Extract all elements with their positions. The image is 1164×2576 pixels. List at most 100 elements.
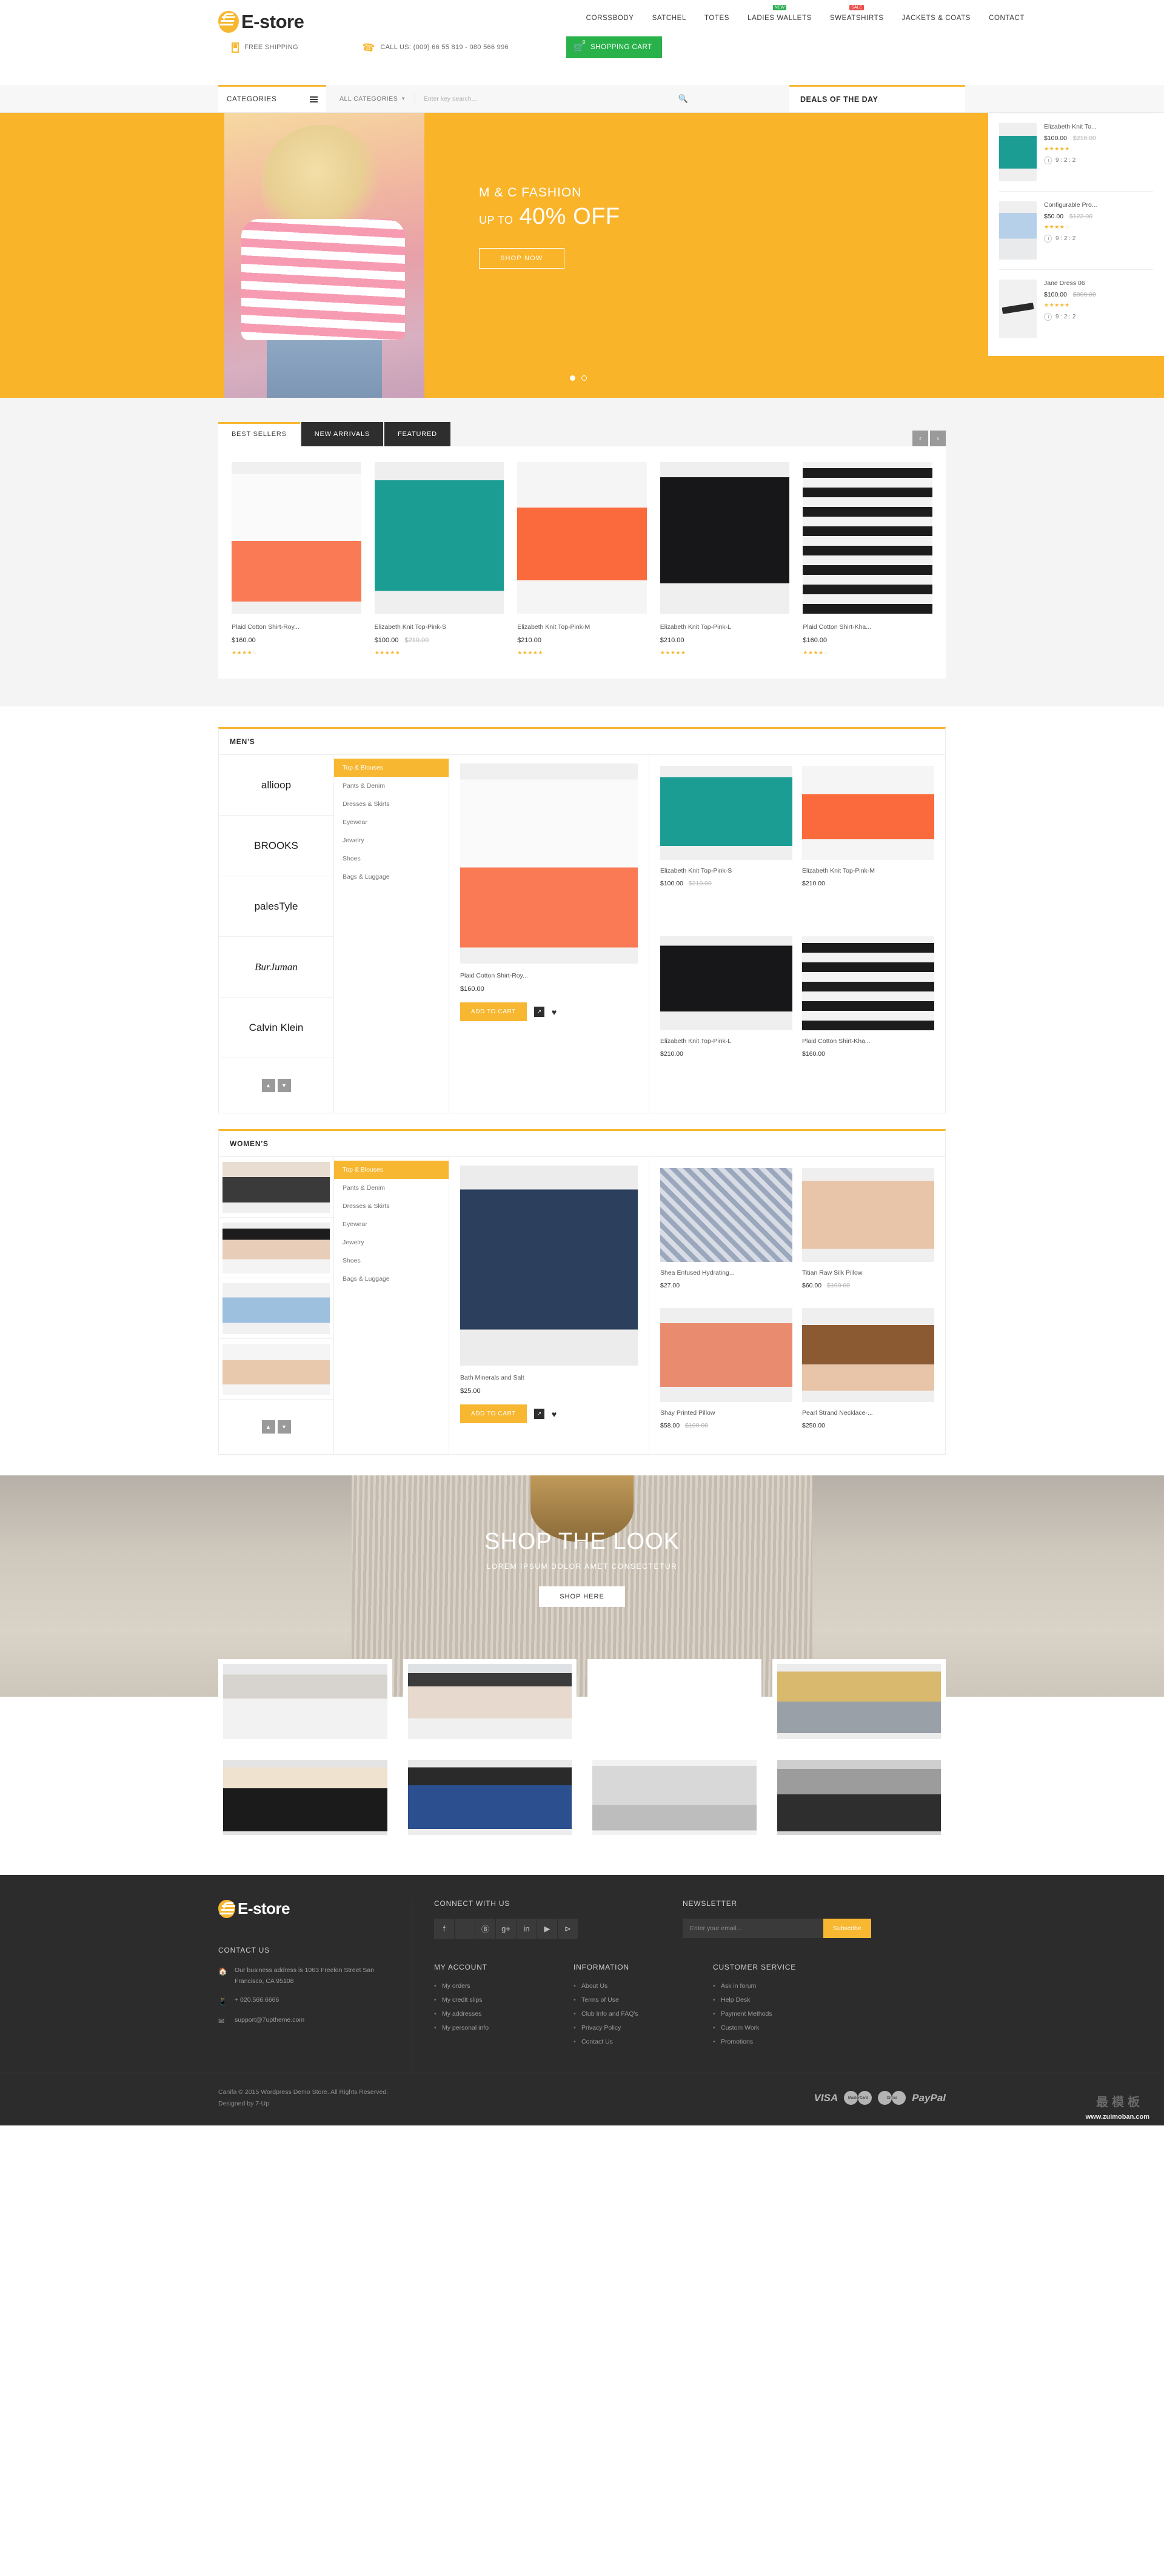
product-card[interactable]: Shay Printed Pillow $58.00 $100.00 bbox=[655, 1306, 797, 1446]
product-card[interactable]: Plaid Cotton Shirt-Kha... $160.00 bbox=[797, 934, 939, 1104]
brand-logo-palestyle[interactable]: palesTyle bbox=[219, 876, 333, 937]
nav-item-ladies-wallets[interactable]: NEW LADIES WALLETS bbox=[748, 11, 812, 22]
brand-logo-calvin-klein[interactable]: Calvin Klein bbox=[219, 998, 333, 1058]
mens-category-bags-luggage[interactable]: Bags & Luggage bbox=[334, 868, 449, 886]
shopping-cart-button[interactable]: 🛒 0 SHOPPING CART bbox=[566, 36, 662, 58]
nav-item-contact[interactable]: CONTACT bbox=[989, 11, 1025, 22]
next-arrow-icon[interactable]: › bbox=[930, 431, 946, 446]
shop-here-button[interactable]: SHOP HERE bbox=[539, 1586, 625, 1607]
mens-category-pants-denim[interactable]: Pants & Denim bbox=[334, 777, 449, 795]
womens-featured-product[interactable]: Bath Minerals and Salt $25.00 ADD TO CAR… bbox=[449, 1157, 649, 1454]
deal-item[interactable]: Configurable Pro... $50.00 $123.00 ★★★★☆… bbox=[999, 191, 1153, 269]
mens-category-jewelry[interactable]: Jewelry bbox=[334, 831, 449, 850]
product-card[interactable]: Elizabeth Knit Top-Pink-L $210.00 ★★★★★ bbox=[660, 462, 790, 660]
mens-featured-product[interactable]: Plaid Cotton Shirt-Roy... $160.00 ADD TO… bbox=[449, 755, 649, 1113]
wishlist-heart-icon[interactable]: ♥ bbox=[552, 1409, 557, 1419]
footer-link-about-us[interactable]: About Us bbox=[574, 1982, 713, 1990]
product-card[interactable]: Titian Raw Silk Pillow $60.00 $100.00 bbox=[797, 1166, 939, 1306]
tab-best-sellers[interactable]: BEST SELLERS bbox=[218, 422, 300, 446]
quick-view-icon[interactable]: ↗ bbox=[534, 1007, 544, 1017]
womens-category-shoes[interactable]: Shoes bbox=[334, 1252, 449, 1270]
womens-thumb[interactable] bbox=[219, 1278, 333, 1339]
deal-item[interactable]: Elizabeth Knit To... $100.00 $210.00 ★★★… bbox=[999, 113, 1153, 191]
mens-category-dresses-skirts[interactable]: Dresses & Skirts bbox=[334, 795, 449, 813]
twitter-icon[interactable]: 𝊗 bbox=[455, 1919, 475, 1939]
gallery-tile[interactable] bbox=[403, 1755, 577, 1840]
footer-link-my-personal-info[interactable]: My personal info bbox=[434, 2024, 574, 2031]
mens-category-shoes[interactable]: Shoes bbox=[334, 850, 449, 868]
gallery-tile[interactable] bbox=[772, 1755, 946, 1840]
footer-link-my-credit-slips[interactable]: My credit slips bbox=[434, 1996, 574, 2004]
product-card[interactable]: Pearl Strand Necklace-... $250.00 bbox=[797, 1306, 939, 1446]
brand-logo-allioop[interactable]: allioop bbox=[219, 755, 333, 816]
product-card[interactable]: Elizabeth Knit Top-Pink-L $210.00 bbox=[655, 934, 797, 1104]
product-card[interactable]: Elizabeth Knit Top-Pink-S $100.00 $210.0… bbox=[655, 763, 797, 934]
tab-new-arrivals[interactable]: NEW ARRIVALS bbox=[301, 422, 383, 446]
gallery-tile[interactable] bbox=[587, 1659, 761, 1744]
all-categories-select[interactable]: ALL CATEGORIES ▼ bbox=[340, 95, 406, 102]
footer-link-help-desk[interactable]: Help Desk bbox=[713, 1996, 895, 2004]
nav-item-satchel[interactable]: SATCHEL bbox=[652, 11, 686, 22]
share-icon[interactable]: ⊳ bbox=[558, 1919, 578, 1939]
gallery-tile[interactable] bbox=[587, 1755, 761, 1840]
womens-thumb[interactable] bbox=[219, 1339, 333, 1400]
brand-next-icon[interactable]: ▼ bbox=[278, 1079, 291, 1092]
facebook-icon[interactable]: f bbox=[434, 1919, 454, 1939]
footer-link-contact-us[interactable]: Contact Us bbox=[574, 2038, 713, 2045]
product-card[interactable]: Elizabeth Knit Top-Pink-M $210.00 ★★★★★ bbox=[517, 462, 647, 660]
womens-category-dresses-skirts[interactable]: Dresses & Skirts bbox=[334, 1197, 449, 1215]
search-button[interactable]: 🔍 bbox=[678, 94, 688, 104]
brand-logo-burjuman[interactable]: BurJuman bbox=[219, 937, 333, 998]
brand-prev-icon[interactable]: ▲ bbox=[262, 1079, 275, 1092]
pinterest-icon[interactable]: Ⓑ bbox=[475, 1919, 495, 1939]
thumb-next-icon[interactable]: ▼ bbox=[278, 1420, 291, 1434]
linkedin-icon[interactable]: in bbox=[517, 1919, 537, 1939]
add-to-cart-button[interactable]: ADD TO CART bbox=[460, 1002, 527, 1021]
wishlist-heart-icon[interactable]: ♥ bbox=[552, 1007, 557, 1017]
womens-category-bags-luggage[interactable]: Bags & Luggage bbox=[334, 1270, 449, 1288]
product-card[interactable]: Plaid Cotton Shirt-Kha... $160.00 ★★★★☆ bbox=[803, 462, 932, 660]
womens-thumb[interactable] bbox=[219, 1157, 333, 1218]
brand-logo-brooks[interactable]: BROOKS bbox=[219, 816, 333, 876]
product-card[interactable]: Shea Enfused Hydrating... $27.00 bbox=[655, 1166, 797, 1306]
quick-view-icon[interactable]: ↗ bbox=[534, 1409, 544, 1419]
prev-arrow-icon[interactable]: ‹ bbox=[912, 431, 928, 446]
categories-dropdown-button[interactable]: CATEGORIES bbox=[218, 85, 326, 112]
mens-category-top-blouses[interactable]: Top & Blouses bbox=[334, 759, 449, 777]
footer-link-my-addresses[interactable]: My addresses bbox=[434, 2010, 574, 2018]
google-plus-icon[interactable]: g+ bbox=[496, 1919, 516, 1939]
thumb-prev-icon[interactable]: ▲ bbox=[262, 1420, 275, 1434]
mens-category-eyewear[interactable]: Eyewear bbox=[334, 813, 449, 831]
footer-link-terms-of-use[interactable]: Terms of Use bbox=[574, 1996, 713, 2004]
youtube-icon[interactable]: ▶ bbox=[537, 1919, 557, 1939]
gallery-tile[interactable] bbox=[218, 1755, 392, 1840]
womens-category-pants-denim[interactable]: Pants & Denim bbox=[334, 1179, 449, 1197]
footer-email[interactable]: support@7uptheme.com bbox=[235, 2015, 304, 2027]
womens-category-jewelry[interactable]: Jewelry bbox=[334, 1233, 449, 1252]
womens-thumb[interactable] bbox=[219, 1218, 333, 1278]
gallery-tile[interactable] bbox=[218, 1659, 392, 1744]
footer-logo[interactable]: E-store bbox=[218, 1899, 393, 1918]
footer-link-payment-methods[interactable]: Payment Methods bbox=[713, 2010, 895, 2018]
footer-link-club-info-faq[interactable]: Club Info and FAQ's bbox=[574, 2010, 713, 2018]
nav-item-totes[interactable]: TOTES bbox=[704, 11, 729, 22]
footer-link-custom-work[interactable]: Custom Work bbox=[713, 2024, 895, 2031]
deal-item[interactable]: Jane Dress 06 $100.00 $800.00 ★★★★★ 9 : … bbox=[999, 269, 1153, 347]
gallery-tile[interactable] bbox=[403, 1659, 577, 1744]
womens-category-top-blouses[interactable]: Top & Blouses bbox=[334, 1161, 449, 1179]
site-logo[interactable]: E-store bbox=[218, 11, 304, 33]
footer-link-promotions[interactable]: Promotions bbox=[713, 2038, 895, 2045]
carousel-dot-1[interactable] bbox=[570, 375, 575, 381]
product-card[interactable]: Plaid Cotton Shirt-Roy... $160.00 ★★★★☆ bbox=[232, 462, 361, 660]
tab-featured[interactable]: FEATURED bbox=[384, 422, 450, 446]
womens-category-eyewear[interactable]: Eyewear bbox=[334, 1215, 449, 1233]
nav-item-jackets-coats[interactable]: JACKETS & COATS bbox=[901, 11, 971, 22]
search-input[interactable] bbox=[424, 95, 606, 102]
subscribe-button[interactable]: Subscribe bbox=[823, 1919, 871, 1938]
product-card[interactable]: Elizabeth Knit Top-Pink-M $210.00 bbox=[797, 763, 939, 934]
nav-item-corssbody[interactable]: CORSSBODY bbox=[586, 11, 634, 22]
carousel-dot-2[interactable] bbox=[581, 375, 587, 381]
newsletter-email-input[interactable] bbox=[683, 1919, 823, 1938]
shop-now-button[interactable]: SHOP NOW bbox=[479, 248, 564, 269]
footer-link-my-orders[interactable]: My orders bbox=[434, 1982, 574, 1990]
